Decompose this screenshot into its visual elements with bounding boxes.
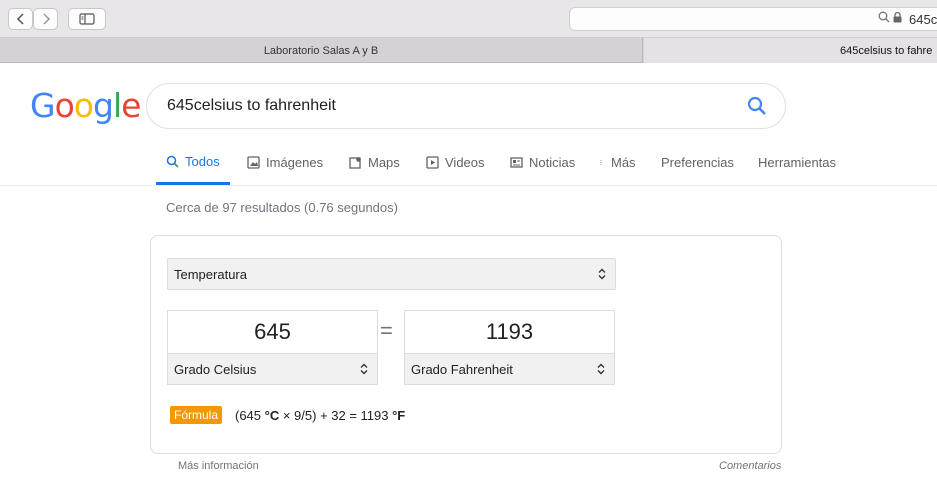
formula-unit-c: °C bbox=[264, 408, 280, 423]
from-unit-select[interactable]: Grado Celsius bbox=[168, 353, 377, 384]
tab-herramientas-label: Herramientas bbox=[758, 155, 837, 170]
tab-herramientas[interactable]: Herramientas bbox=[758, 140, 836, 185]
tab-imagenes[interactable]: Imágenes bbox=[247, 140, 323, 185]
google-logo[interactable]: Google bbox=[30, 86, 141, 125]
search-nav-tabs: Todos Imágenes Maps Videos Noticias Más … bbox=[0, 140, 937, 186]
image-icon bbox=[247, 156, 260, 169]
tab-todos[interactable]: Todos bbox=[156, 140, 230, 185]
tab-mas[interactable]: Más bbox=[600, 140, 636, 185]
logo-letter: o bbox=[73, 86, 94, 125]
tab-noticias[interactable]: Noticias bbox=[510, 140, 575, 185]
tab-maps-label: Maps bbox=[368, 155, 400, 170]
chevron-right-icon bbox=[42, 13, 50, 25]
tab-preferencias[interactable]: Preferencias bbox=[661, 140, 734, 185]
updown-arrows-icon bbox=[360, 363, 368, 375]
tab-imagenes-label: Imágenes bbox=[266, 155, 324, 170]
logo-letter: o bbox=[54, 86, 75, 125]
map-icon bbox=[349, 157, 361, 169]
formula-badge: Fórmula bbox=[170, 406, 223, 424]
news-icon bbox=[510, 157, 523, 168]
category-select[interactable]: Temperatura bbox=[167, 258, 616, 290]
tab-mas-label: Más bbox=[611, 155, 636, 170]
from-unit-label: Grado Celsius bbox=[174, 362, 257, 377]
to-unit-label: Grado Fahrenheit bbox=[411, 362, 513, 377]
formula-text: (645 °C × 9/5) + 32 = 1193 °F bbox=[235, 408, 405, 423]
tab-todos-label: Todos bbox=[185, 153, 220, 169]
from-value-input[interactable]: 645 bbox=[168, 319, 377, 345]
logo-letter: G bbox=[30, 86, 56, 125]
category-select-value: Temperatura bbox=[174, 267, 247, 282]
more-info-link[interactable]: Más información bbox=[178, 460, 259, 472]
lock-icon bbox=[893, 11, 902, 22]
unit-converter-card: Temperatura 645 Grado Celsius = 1193 Gra… bbox=[150, 235, 782, 454]
search-input[interactable]: 645celsius to fahrenheit bbox=[167, 97, 336, 115]
formula-part: (645 bbox=[235, 408, 265, 423]
search-icon bbox=[878, 11, 890, 23]
sidebar-toggle-button[interactable] bbox=[68, 8, 106, 30]
equals-sign: = bbox=[380, 318, 393, 343]
tab-active-search[interactable]: 645celsius to fahre bbox=[644, 38, 937, 63]
tab-laboratorio[interactable]: Laboratorio Salas A y B bbox=[0, 38, 643, 63]
search-box[interactable]: 645celsius to fahrenheit bbox=[146, 83, 786, 129]
more-vert-icon bbox=[600, 160, 602, 165]
sidebar-icon bbox=[79, 13, 95, 25]
comments-link[interactable]: Comentarios bbox=[719, 460, 781, 472]
tab-videos-label: Videos bbox=[445, 155, 485, 170]
tab-videos[interactable]: Videos bbox=[426, 140, 485, 185]
to-unit-box: 1193 Grado Fahrenheit bbox=[404, 310, 615, 385]
search-icon[interactable] bbox=[747, 96, 767, 116]
from-unit-box: 645 Grado Celsius bbox=[167, 310, 378, 385]
updown-arrows-icon bbox=[597, 363, 605, 375]
logo-letter: e bbox=[121, 86, 141, 125]
logo-letter: l bbox=[112, 86, 122, 125]
formula-part: × 9/5) + 32 = 1193 bbox=[279, 408, 393, 423]
back-button[interactable] bbox=[8, 8, 33, 30]
result-stats: Cerca de 97 resultados (0.76 segundos) bbox=[166, 200, 398, 215]
address-icons bbox=[878, 11, 902, 23]
chevron-left-icon bbox=[16, 13, 24, 25]
tab-noticias-label: Noticias bbox=[529, 155, 576, 170]
logo-letter: g bbox=[92, 86, 114, 125]
tab-bar: Laboratorio Salas A y B 645celsius to fa… bbox=[0, 38, 937, 63]
address-text: 645c bbox=[909, 12, 937, 27]
to-unit-select[interactable]: Grado Fahrenheit bbox=[405, 353, 614, 384]
tab-maps[interactable]: Maps bbox=[349, 140, 400, 185]
search-icon bbox=[166, 155, 179, 168]
video-icon bbox=[426, 156, 439, 169]
forward-button[interactable] bbox=[33, 8, 58, 30]
formula-unit-f: °F bbox=[392, 408, 406, 423]
updown-arrows-icon bbox=[598, 268, 606, 280]
tab-preferencias-label: Preferencias bbox=[661, 155, 734, 170]
to-value-input[interactable]: 1193 bbox=[405, 319, 614, 345]
browser-toolbar: 645c bbox=[0, 0, 937, 38]
